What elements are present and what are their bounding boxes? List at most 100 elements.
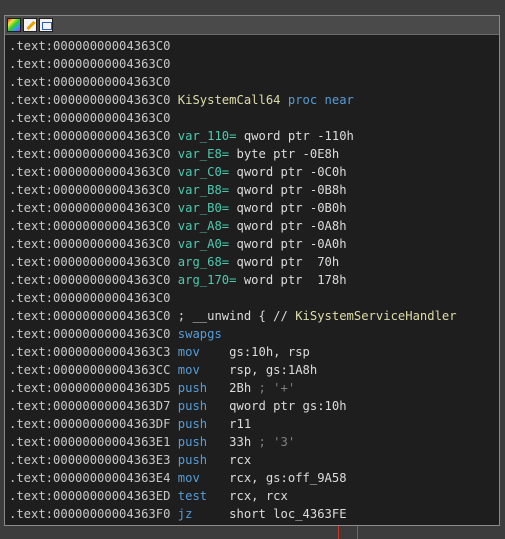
address: .text:00000000004363C0 xyxy=(9,75,171,89)
address: .text:00000000004363C0 xyxy=(9,273,171,287)
address: .text:00000000004363C0 xyxy=(9,147,171,161)
address: .text:00000000004363C0 xyxy=(9,291,171,305)
address: .text:00000000004363C0 xyxy=(9,39,171,53)
stack-var-type: qword ptr -0B0h xyxy=(229,201,347,215)
stack-var-type: qword ptr -0A0h xyxy=(229,237,347,251)
red-marker xyxy=(338,526,339,539)
mnemonic: push xyxy=(177,453,208,467)
mnemonic: push xyxy=(177,381,208,395)
mnemonic: swapgs xyxy=(177,327,222,341)
mnemonic: jz xyxy=(177,507,193,521)
listing-line[interactable]: .text:00000000004363C0 xyxy=(9,73,499,91)
operands: rcx xyxy=(229,453,252,467)
listing-line[interactable]: .text:00000000004363C0 xyxy=(9,289,499,307)
listing-line[interactable]: .text:00000000004363C0 var_C0= qword ptr… xyxy=(9,163,499,181)
operands: rcx, gs:off_9A58 xyxy=(229,471,347,485)
address: .text:00000000004363C0 xyxy=(9,237,171,251)
listing-line[interactable]: .text:00000000004363C0 xyxy=(9,37,499,55)
proc-keyword: proc near xyxy=(280,93,354,107)
listing-line[interactable]: .text:00000000004363C0 var_A0= qword ptr… xyxy=(9,235,499,253)
address: .text:00000000004363C0 xyxy=(9,183,171,197)
address: .text:00000000004363C0 xyxy=(9,201,171,215)
stack-var-type: byte ptr -0E8h xyxy=(229,147,340,161)
operands: rsp, gs:1A8h xyxy=(229,363,318,377)
stack-var-type: word ptr 178h xyxy=(236,273,347,287)
stack-var-name: var_A8= xyxy=(177,219,230,233)
listing-line[interactable]: .text:00000000004363C0 ; __unwind { // K… xyxy=(9,307,499,325)
stack-var-name: var_B0= xyxy=(177,201,230,215)
address: .text:00000000004363C0 xyxy=(9,309,171,323)
listing-line[interactable]: .text:00000000004363C0 KiSystemCall64 pr… xyxy=(9,91,499,109)
stack-var-name: var_E8= xyxy=(177,147,230,161)
listing-line[interactable]: .text:00000000004363D5 push 2Bh ; '+' xyxy=(9,379,499,397)
comment: ; '3' xyxy=(251,435,296,449)
operands: short loc_4363FE xyxy=(229,507,347,521)
mnemonic: mov xyxy=(177,471,200,485)
green-marker xyxy=(357,526,358,539)
listing-line[interactable]: .text:00000000004363C0 var_E8= byte ptr … xyxy=(9,145,499,163)
address: .text:00000000004363CC xyxy=(9,363,171,377)
address: .text:00000000004363F0 xyxy=(9,507,171,521)
address: .text:00000000004363E1 xyxy=(9,435,171,449)
listing-line[interactable]: .text:00000000004363C0 swapgs xyxy=(9,325,499,343)
address: .text:00000000004363E3 xyxy=(9,453,171,467)
stack-var-name: arg_170= xyxy=(177,273,237,287)
stack-var-name: arg_68= xyxy=(177,255,230,269)
address: .text:00000000004363C0 xyxy=(9,129,171,143)
listing-line[interactable]: .text:00000000004363CC mov rsp, gs:1A8h xyxy=(9,361,499,379)
stack-var-type: qword ptr 70h xyxy=(229,255,340,269)
address: .text:00000000004363C0 xyxy=(9,111,171,125)
listing-line[interactable]: .text:00000000004363D7 push qword ptr gs… xyxy=(9,397,499,415)
operands: rcx, rcx xyxy=(229,489,288,503)
address: .text:00000000004363C0 xyxy=(9,165,171,179)
stack-var-name: var_A0= xyxy=(177,237,230,251)
handler-name: KiSystemServiceHandler xyxy=(295,309,457,323)
listing-line[interactable]: .text:00000000004363C0 arg_68= qword ptr… xyxy=(9,253,499,271)
mnemonic: push xyxy=(177,435,208,449)
operands: gs:10h, rsp xyxy=(229,345,310,359)
disassembly-window: .text:00000000004363C0 .text:00000000004… xyxy=(4,15,500,526)
address: .text:00000000004363C0 xyxy=(9,327,171,341)
mnemonic: mov xyxy=(177,345,200,359)
mnemonic: push xyxy=(177,417,208,431)
listing-line[interactable]: .text:00000000004363E4 mov rcx, gs:off_9… xyxy=(9,469,499,487)
mnemonic: mov xyxy=(177,363,200,377)
unwind-comment: ; __unwind { // xyxy=(177,309,296,323)
listing-line[interactable]: .text:00000000004363DF push r11 xyxy=(9,415,499,433)
listing-line[interactable]: .text:00000000004363C3 mov gs:10h, rsp xyxy=(9,343,499,361)
listing-line[interactable]: .text:00000000004363E3 push rcx xyxy=(9,451,499,469)
mnemonic: test xyxy=(177,489,208,503)
stack-var-type: qword ptr -0C0h xyxy=(229,165,347,179)
stack-var-name: var_C0= xyxy=(177,165,230,179)
bottom-markers xyxy=(0,526,505,539)
graph-icon[interactable] xyxy=(39,18,53,32)
stack-var-name: var_B8= xyxy=(177,183,230,197)
address: .text:00000000004363C0 xyxy=(9,57,171,71)
stack-var-type: qword ptr -0A8h xyxy=(229,219,347,233)
edit-icon[interactable] xyxy=(23,18,37,32)
operands: 2Bh xyxy=(229,381,252,395)
listing-line[interactable]: .text:00000000004363C0 arg_170= word ptr… xyxy=(9,271,499,289)
address: .text:00000000004363D7 xyxy=(9,399,171,413)
disassembly-listing[interactable]: .text:00000000004363C0 .text:00000000004… xyxy=(5,35,499,523)
listing-line[interactable]: .text:00000000004363C0 var_B0= qword ptr… xyxy=(9,199,499,217)
listing-line[interactable]: .text:00000000004363C0 var_A8= qword ptr… xyxy=(9,217,499,235)
listing-line[interactable]: .text:00000000004363ED test rcx, rcx xyxy=(9,487,499,505)
mnemonic: push xyxy=(177,399,208,413)
stack-var-type: qword ptr -110h xyxy=(236,129,354,143)
listing-line[interactable]: .text:00000000004363E1 push 33h ; '3' xyxy=(9,433,499,451)
listing-line[interactable]: .text:00000000004363C0 xyxy=(9,55,499,73)
listing-line[interactable]: .text:00000000004363C0 xyxy=(9,109,499,127)
palette-icon[interactable] xyxy=(7,18,21,32)
stack-var-name: var_110= xyxy=(177,129,237,143)
listing-line[interactable]: .text:00000000004363C0 var_110= qword pt… xyxy=(9,127,499,145)
address: .text:00000000004363C0 xyxy=(9,219,171,233)
address: .text:00000000004363C3 xyxy=(9,345,171,359)
disassembly-toolbar xyxy=(5,16,499,35)
listing-line[interactable]: .text:00000000004363C0 var_B8= qword ptr… xyxy=(9,181,499,199)
listing-line[interactable]: .text:00000000004363F0 jz short loc_4363… xyxy=(9,505,499,523)
operands: 33h xyxy=(229,435,252,449)
stack-var-type: qword ptr -0B8h xyxy=(229,183,347,197)
operands: qword ptr gs:10h xyxy=(229,399,347,413)
address: .text:00000000004363C0 xyxy=(9,255,171,269)
